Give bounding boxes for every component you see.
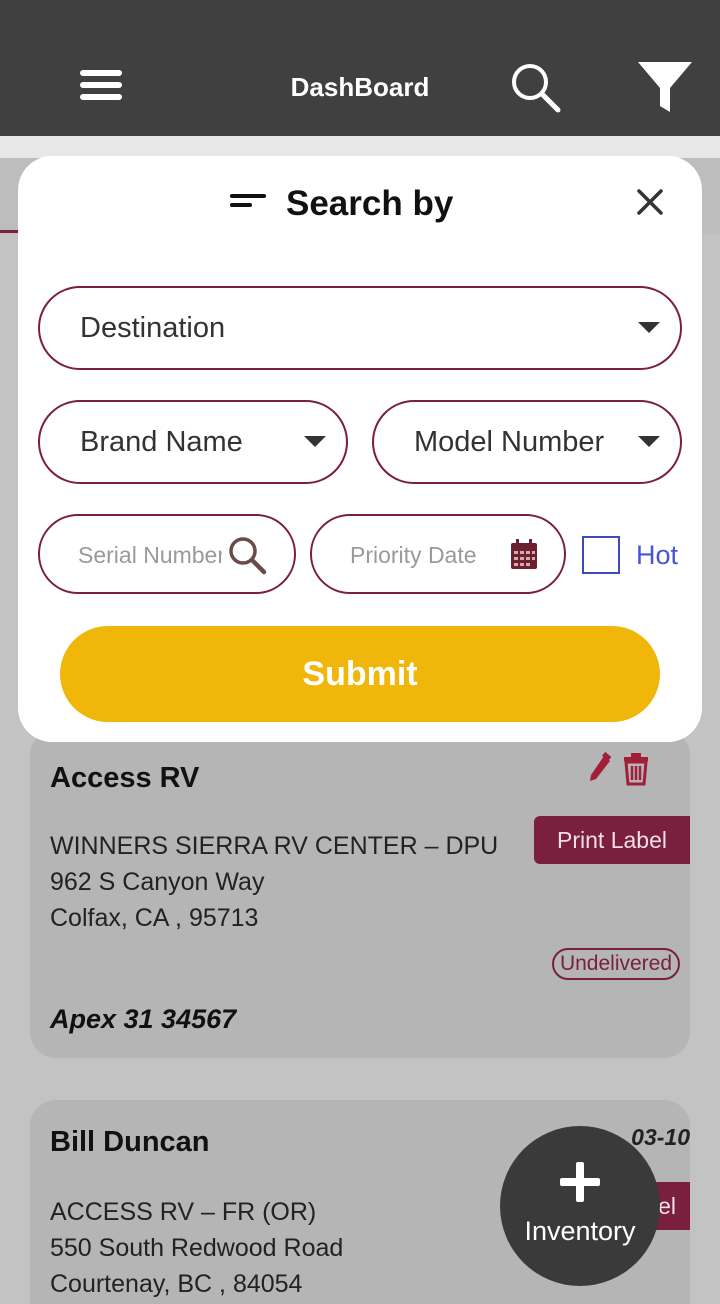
- status-badge: Undelivered: [552, 948, 680, 980]
- submit-button[interactable]: Submit: [60, 626, 660, 722]
- trash-icon[interactable]: [622, 752, 650, 786]
- plus-icon: [560, 1162, 600, 1202]
- tab-strip-bar: [0, 136, 720, 158]
- caret-down-icon: [304, 436, 326, 447]
- sort-lines-icon: [230, 194, 266, 208]
- modal-title: Search by: [286, 184, 454, 223]
- destination-dropdown[interactable]: Destination: [38, 286, 682, 370]
- serial-number-field: [38, 514, 296, 594]
- address-line: Courtenay, BC , 84054: [50, 1270, 303, 1298]
- brand-name-dropdown[interactable]: Brand Name: [38, 400, 348, 484]
- edit-icon[interactable]: [588, 752, 612, 786]
- hamburger-menu-icon[interactable]: [80, 70, 122, 104]
- close-icon[interactable]: [634, 186, 666, 218]
- hot-label[interactable]: Hot: [636, 540, 678, 571]
- calendar-icon[interactable]: [510, 538, 538, 570]
- model-number-dropdown[interactable]: Model Number: [372, 400, 682, 484]
- search-modal: Search by Destination Brand Name Model N…: [18, 156, 702, 742]
- card-address: ACCESS RV – FR (OR) 550 South Redwood Ro…: [50, 1194, 343, 1302]
- filter-icon[interactable]: [636, 58, 694, 116]
- card-customer-name: Access RV: [50, 762, 200, 794]
- card-address: WINNERS SIERRA RV CENTER – DPU 962 S Can…: [50, 828, 498, 936]
- card-customer-name: Bill Duncan: [50, 1126, 210, 1158]
- address-line: 962 S Canyon Way: [50, 868, 265, 896]
- destination-label: Destination: [80, 312, 226, 344]
- brand-name-label: Brand Name: [80, 426, 243, 458]
- address-line: ACCESS RV – FR (OR): [50, 1198, 317, 1226]
- caret-down-icon: [638, 436, 660, 447]
- search-icon[interactable]: [506, 58, 562, 114]
- priority-date-field: [310, 514, 566, 594]
- priority-date-input[interactable]: [350, 540, 490, 570]
- search-icon[interactable]: [226, 534, 268, 576]
- address-line: WINNERS SIERRA RV CENTER – DPU: [50, 832, 499, 860]
- model-number-label: Model Number: [414, 426, 605, 458]
- app-header: DashBoard: [0, 0, 720, 136]
- card-model: Apex 31 34567: [50, 1004, 237, 1034]
- serial-number-input[interactable]: [78, 540, 222, 570]
- caret-down-icon: [638, 322, 660, 333]
- inventory-fab-button[interactable]: Inventory: [500, 1126, 660, 1286]
- address-line: 550 South Redwood Road: [50, 1234, 344, 1262]
- print-label-button[interactable]: Print Label: [534, 816, 690, 864]
- page-title: DashBoard: [290, 72, 430, 102]
- fab-label: Inventory: [524, 1216, 636, 1246]
- hot-checkbox[interactable]: [582, 536, 620, 574]
- address-line: Colfax, CA , 95713: [50, 904, 259, 932]
- shipment-card[interactable]: Access RV WINNERS SIERRA RV CENTER – DPU…: [30, 730, 690, 1058]
